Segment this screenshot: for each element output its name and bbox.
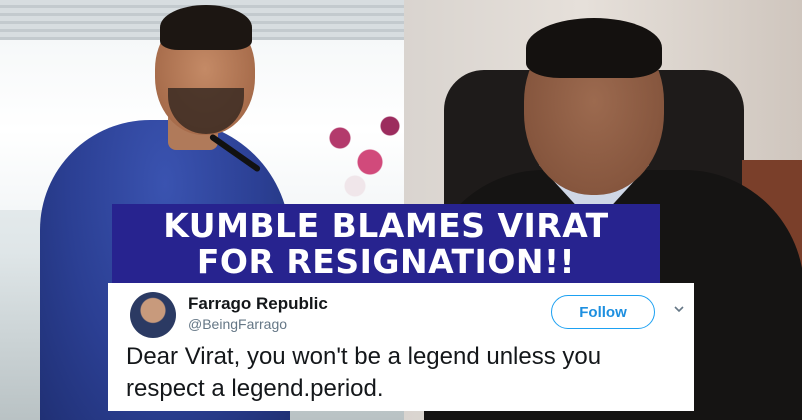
headline-line-1: KUMBLE BLAMES VIRAT (163, 206, 609, 245)
headline-line-2: FOR RESIGNATION!! (196, 242, 576, 281)
background-flowers (310, 90, 404, 210)
tweet-card: Farrago Republic @BeingFarrago Follow De… (108, 283, 694, 411)
avatar[interactable] (130, 292, 176, 338)
follow-button[interactable]: Follow (551, 295, 655, 329)
tweet-text: Dear Virat, you won't be a legend unless… (126, 343, 602, 402)
hair (160, 5, 252, 50)
tweet-user-handle[interactable]: @BeingFarrago (188, 316, 287, 332)
hair (526, 18, 662, 78)
tweet-user-name[interactable]: Farrago Republic (188, 294, 328, 314)
headline-banner: KUMBLE BLAMES VIRAT FOR RESIGNATION!! (112, 204, 660, 284)
chevron-down-icon[interactable] (673, 303, 685, 315)
